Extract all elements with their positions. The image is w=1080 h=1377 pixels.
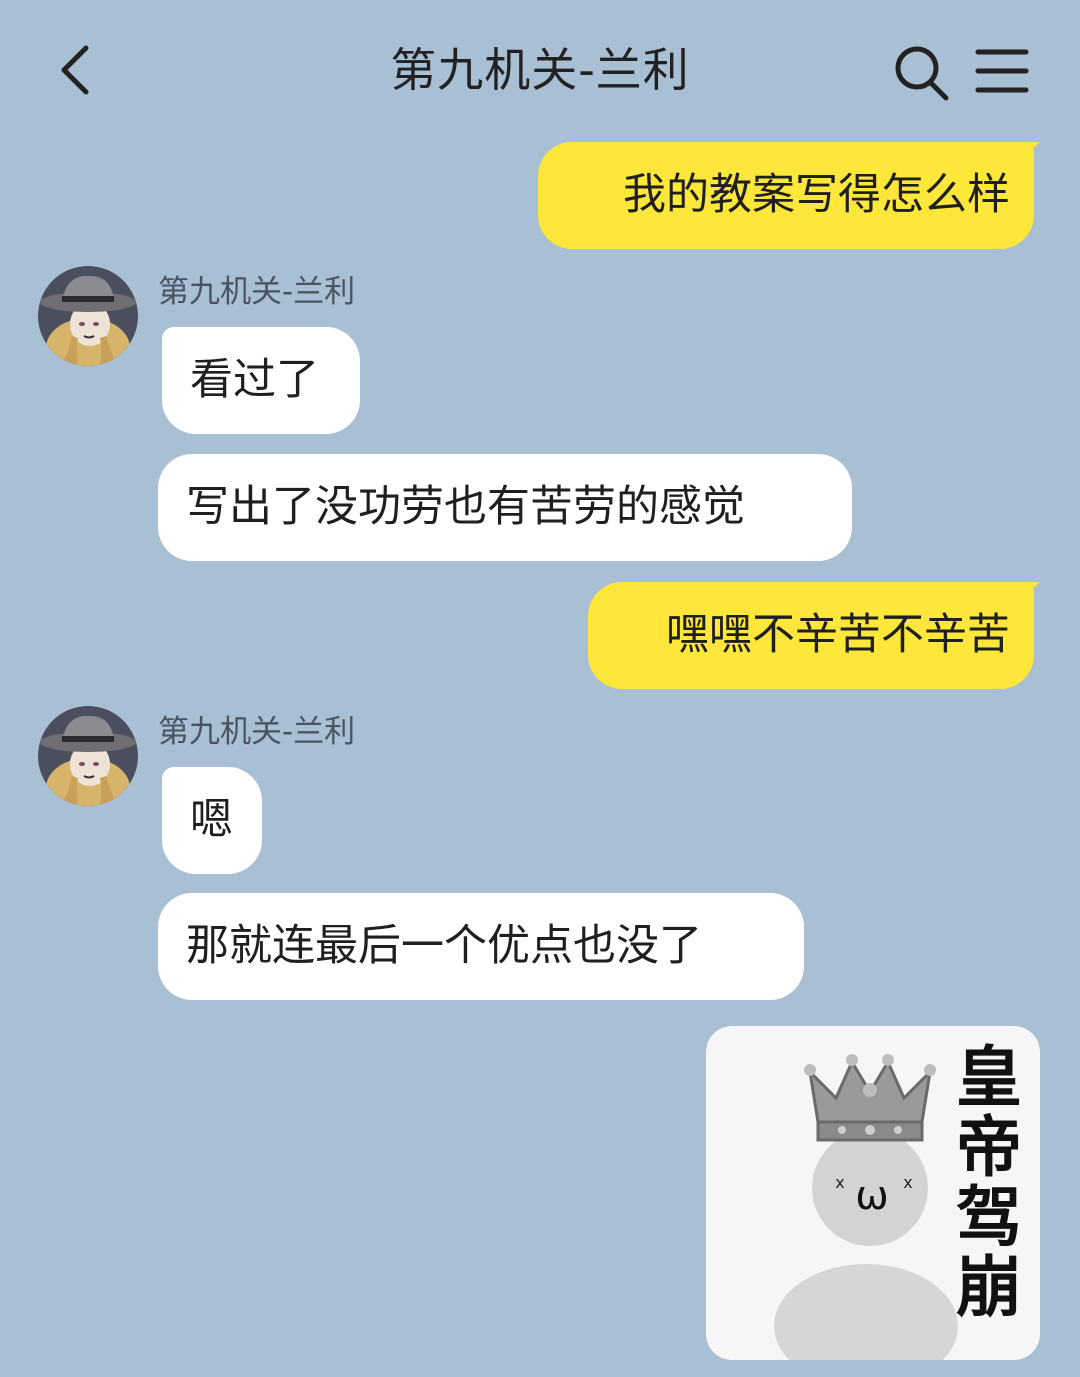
menu-icon bbox=[975, 49, 1029, 93]
outgoing-message-bubble[interactable]: 我的教案写得怎么样 bbox=[538, 142, 1034, 249]
sender-name: 第九机关-兰利 bbox=[158, 714, 356, 750]
search-icon bbox=[895, 46, 949, 101]
sticker-face-mouth: ω bbox=[855, 1173, 889, 1219]
avatar-portrait-image bbox=[38, 706, 138, 806]
sender-name: 第九机关-兰利 bbox=[158, 274, 356, 310]
avatar[interactable] bbox=[38, 266, 138, 366]
outgoing-message-bubble[interactable]: 嘿嘿不辛苦不辛苦 bbox=[588, 582, 1034, 689]
sticker-message[interactable]: x x ω 皇帝驾崩 bbox=[706, 1026, 1040, 1360]
incoming-message-bubble[interactable]: 嗯 bbox=[162, 767, 262, 874]
svg-text:x: x bbox=[903, 1173, 912, 1192]
incoming-message-bubble[interactable]: 那就连最后一个优点也没了 bbox=[158, 893, 804, 1000]
sticker-caption: 皇帝驾崩 bbox=[945, 1042, 1022, 1322]
incoming-message-bubble[interactable]: 写出了没功劳也有苦劳的感觉 bbox=[158, 454, 852, 561]
menu-button[interactable] bbox=[974, 44, 1030, 98]
incoming-message-bubble[interactable]: 看过了 bbox=[162, 327, 360, 434]
bubble-tail bbox=[1018, 142, 1040, 162]
avatar-portrait-image bbox=[38, 266, 138, 366]
avatar[interactable] bbox=[38, 706, 138, 806]
bubble-tail bbox=[1018, 582, 1040, 602]
search-button[interactable] bbox=[892, 42, 950, 102]
